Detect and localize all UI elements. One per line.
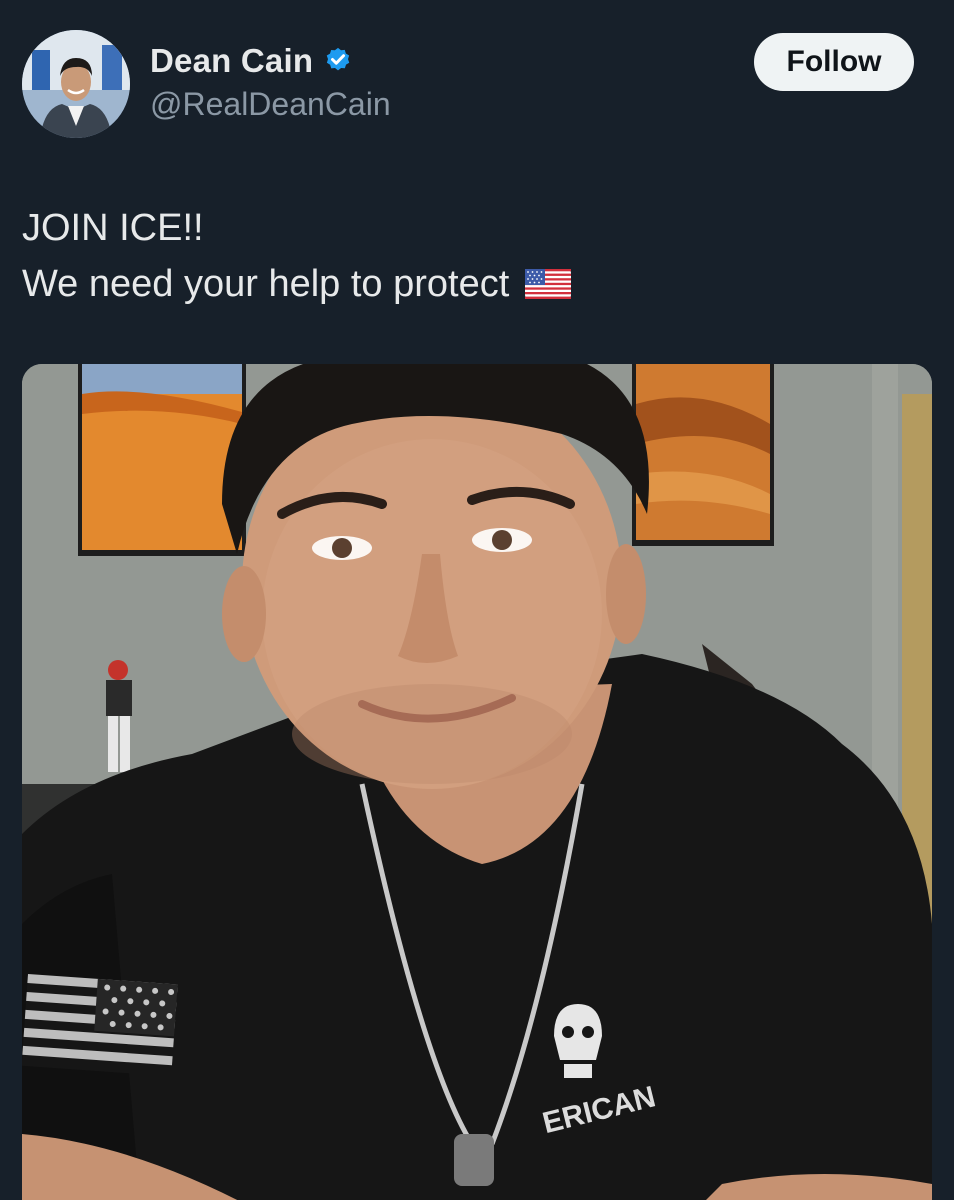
us-flag-emoji-icon	[525, 269, 572, 299]
avatar[interactable]	[22, 30, 130, 138]
author-handle[interactable]: @RealDeanCain	[150, 86, 391, 123]
tweet-text: JOIN ICE!! We need your help to protect	[22, 200, 922, 312]
tweet-text-line-1: JOIN ICE!!	[22, 207, 204, 249]
tweet-card: Dean Cain @RealDeanCain Follow JOIN ICE!…	[0, 0, 954, 1200]
media-photo-illustration: ERICAN	[22, 364, 932, 1200]
follow-button[interactable]: Follow	[754, 33, 914, 91]
author-name-row[interactable]: Dean Cain	[150, 42, 353, 80]
tweet-text-line-2-content: We need your help to protect	[22, 263, 510, 305]
tweet-text-line-2: We need your help to protect	[22, 256, 922, 312]
verified-badge-icon[interactable]	[323, 46, 353, 76]
tweet-media-photo[interactable]: ERICAN	[22, 364, 932, 1200]
author-display-name[interactable]: Dean Cain	[150, 42, 313, 80]
shirt-flag-patch	[22, 974, 178, 1077]
avatar-image	[22, 30, 130, 138]
